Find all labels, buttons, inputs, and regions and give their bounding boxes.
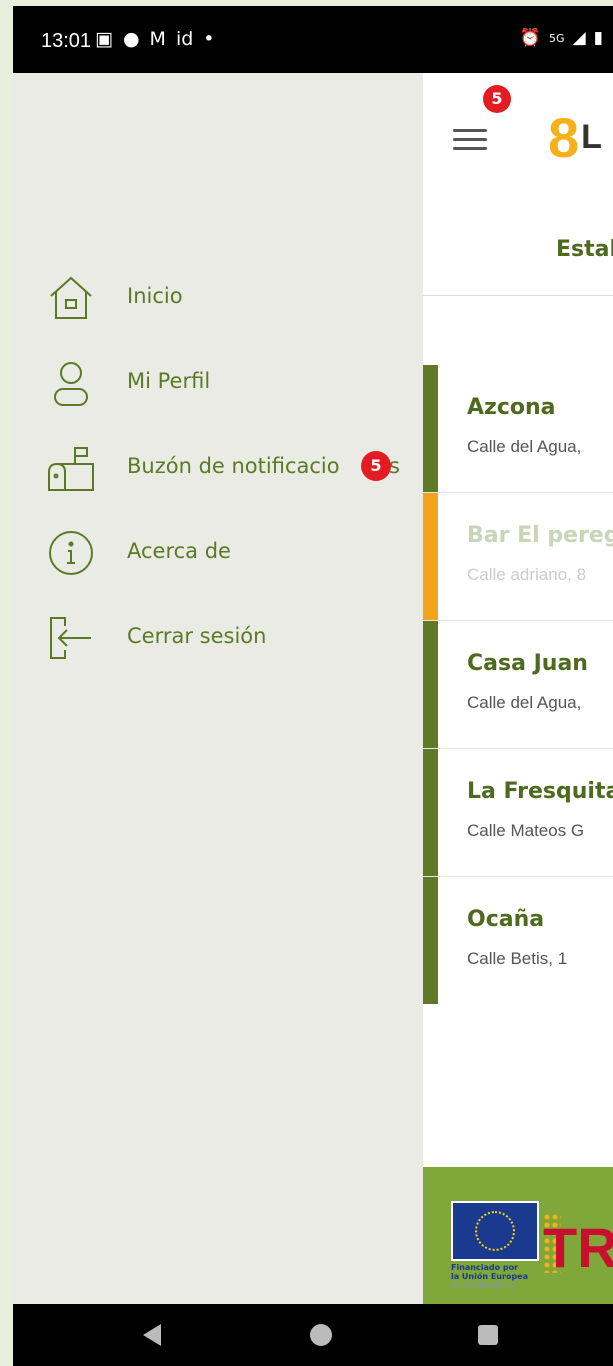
status-bar-indicator	[423, 365, 438, 492]
home-icon	[50, 276, 92, 319]
phone-screen: 13:01 ▣ ● M id • ⏰ 5G ◢ ▮ 5 8 L Estal Az…	[13, 6, 613, 1366]
drawer-item-label: Inicio	[127, 284, 183, 308]
logo-mark: 8	[548, 105, 580, 169]
menu-line	[453, 138, 487, 141]
drawer-item-cerrar-sesion[interactable]: Cerrar sesión	[13, 608, 423, 668]
eu-stars	[475, 1211, 515, 1251]
title-divider	[423, 295, 613, 296]
navigation-drawer: Inicio Mi Perfil Buzón de notificacio s …	[13, 73, 423, 1304]
establishment-name: Casa Juan	[467, 651, 588, 676]
eu-text-line: Financiado por	[451, 1263, 519, 1272]
5g-icon: 5G	[549, 31, 565, 45]
drawer-item-label: Acerca de	[127, 539, 231, 563]
recent-apps-icon[interactable]	[478, 1325, 498, 1345]
establishment-row[interactable]: Bar El pereg Calle adriano, 8	[423, 493, 613, 621]
battery-icon: ▮	[593, 28, 603, 48]
menu-line	[453, 129, 487, 132]
tr-logo: TR	[543, 1216, 613, 1279]
drawer-item-acerca-de[interactable]: Acerca de	[13, 523, 423, 583]
establishment-row[interactable]: Casa Juan Calle del Agua,	[423, 621, 613, 749]
info-icon	[49, 531, 93, 575]
logo-text: L	[581, 117, 602, 156]
id-icon: id	[175, 28, 194, 50]
drawer-item-mi-perfil[interactable]: Mi Perfil	[13, 353, 423, 413]
establishment-row[interactable]: Ocaña Calle Betis, 1	[423, 877, 613, 1004]
establishment-address: Calle del Agua,	[467, 693, 582, 712]
mailbox-icon	[48, 447, 94, 491]
drawer-item-inicio[interactable]: Inicio	[13, 268, 423, 328]
logout-icon	[50, 617, 91, 659]
drawer-item-label: Buzón de notificacio	[127, 454, 340, 478]
establishment-list: Azcona Calle del Agua, Bar El pereg Call…	[423, 365, 613, 1004]
teams-icon: ▣	[95, 28, 113, 50]
status-bar-indicator	[423, 493, 438, 620]
establishment-name: Bar El pereg	[467, 523, 613, 548]
eu-text-line: NextGenerationEU	[451, 1281, 516, 1289]
status-left-icons: ▣ ● M id •	[95, 28, 215, 50]
system-navigation-bar	[13, 1304, 613, 1366]
funding-banner: Financiado por la Unión Europea NextGene…	[423, 1167, 613, 1304]
status-right-icons: ⏰ 5G ◢ ▮	[520, 28, 603, 48]
establishment-name: Ocaña	[467, 907, 545, 932]
home-circle-icon[interactable]	[310, 1324, 332, 1346]
signal-icon: ◢	[572, 28, 586, 48]
gmail-icon: M	[149, 28, 166, 50]
status-bar-indicator	[423, 621, 438, 748]
status-bar: 13:01 ▣ ● M id • ⏰ 5G ◢ ▮	[13, 6, 613, 73]
dot-icon: •	[203, 28, 215, 50]
alarm-icon: ⏰	[519, 28, 542, 48]
establishment-address: Calle adriano, 8	[467, 565, 587, 584]
eu-flag-icon	[451, 1201, 539, 1261]
notification-badge: 5	[361, 451, 391, 481]
establishment-address: Calle Mateos G	[467, 821, 585, 840]
establishment-name: La Fresquita	[467, 779, 613, 804]
establishment-row[interactable]: La Fresquita Calle Mateos G	[423, 749, 613, 877]
menu-line	[453, 147, 487, 150]
drawer-item-label: Cerrar sesión	[127, 624, 267, 648]
status-bar-indicator	[423, 749, 438, 876]
establishment-name: Azcona	[467, 395, 556, 420]
drawer-item-buzon[interactable]: Buzón de notificacio s 5	[13, 438, 423, 498]
back-icon[interactable]	[143, 1324, 161, 1346]
establishment-row[interactable]: Azcona Calle del Agua,	[423, 365, 613, 493]
establishment-address: Calle Betis, 1	[467, 949, 568, 968]
eu-text-line: la Unión Europea	[451, 1272, 528, 1281]
status-bar-indicator	[423, 877, 438, 1004]
facebook-icon: ●	[122, 28, 140, 50]
establishment-address: Calle del Agua,	[467, 437, 582, 456]
status-time: 13:01	[41, 30, 92, 52]
drawer-item-label: Mi Perfil	[127, 369, 211, 393]
menu-notification-badge: 5	[483, 85, 511, 113]
page-title: Estal	[556, 237, 613, 262]
hamburger-menu-button[interactable]	[453, 123, 487, 153]
app-logo: 8 L	[548, 105, 602, 169]
user-icon	[54, 362, 88, 406]
eu-funding-text: Financiado por la Unión Europea NextGene…	[451, 1263, 551, 1290]
